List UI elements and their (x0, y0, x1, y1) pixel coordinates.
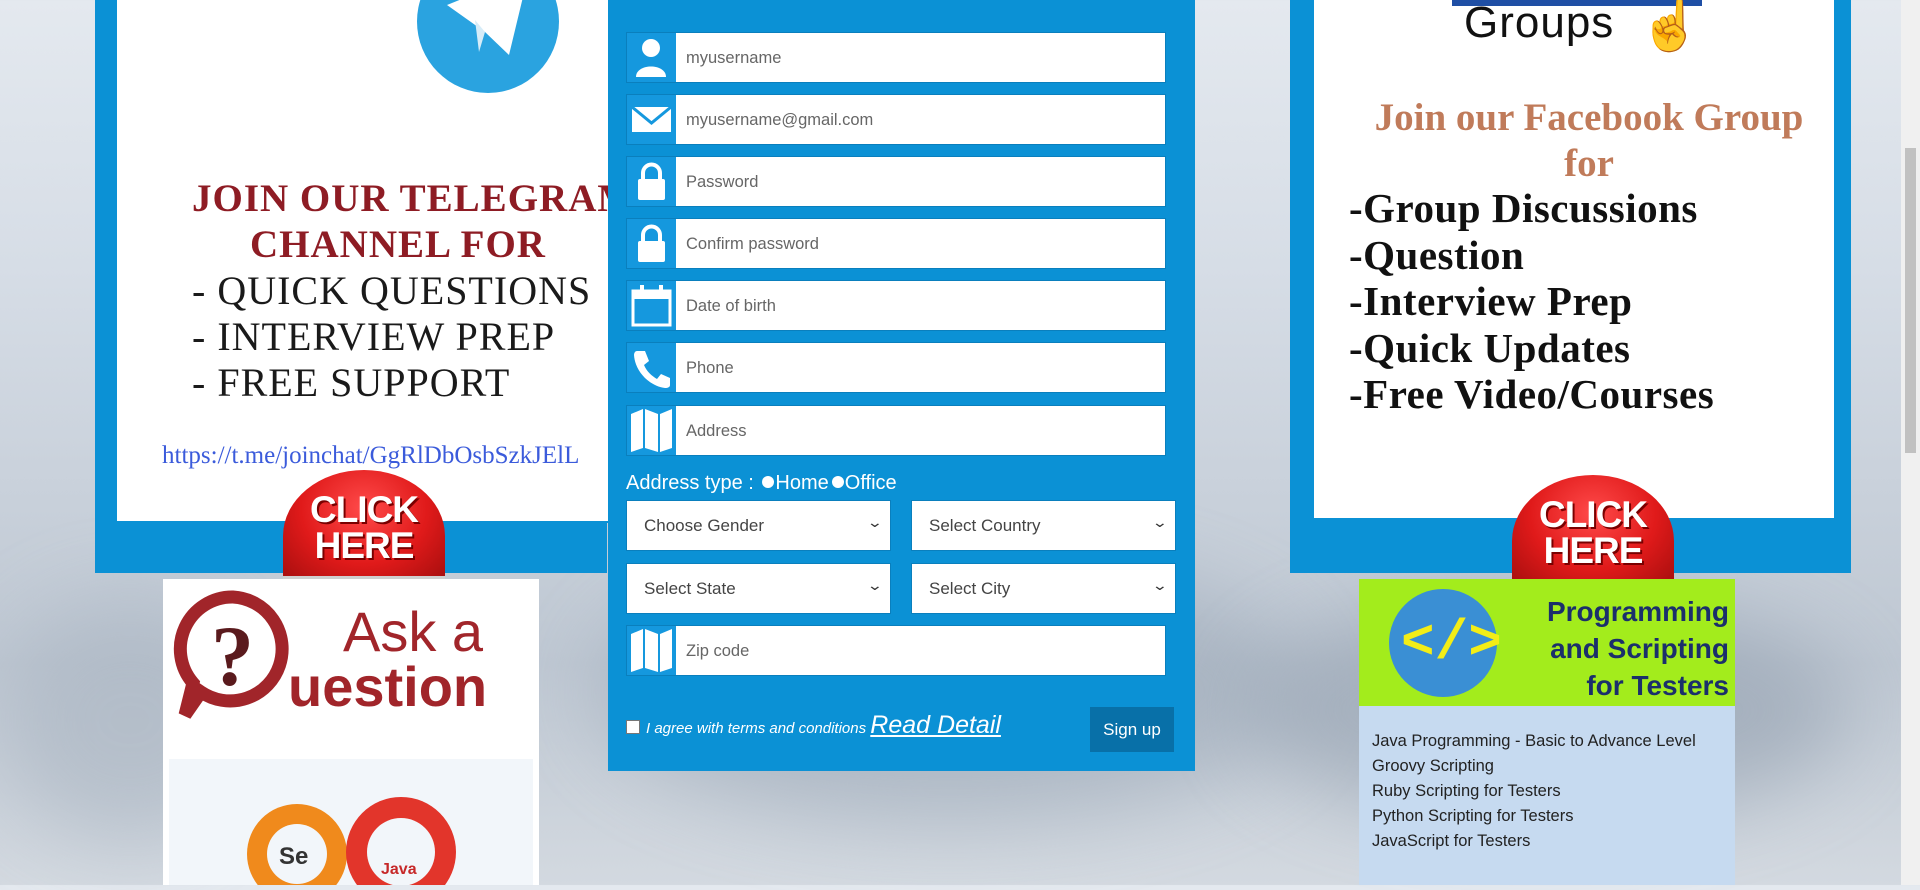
terms-text: I agree with terms and conditions (646, 720, 867, 737)
city-select-value: Select City (929, 579, 1011, 598)
telegram-list: - QUICK QUESTIONS - INTERVIEW PREP - FRE… (192, 268, 591, 406)
address-input[interactable] (684, 406, 1158, 457)
lock-icon (627, 219, 676, 268)
facebook-banner-card: Groups ☝ Join our Facebook Group for -Gr… (1312, 0, 1836, 520)
country-select[interactable]: Select Country ⌄ (911, 500, 1176, 551)
read-detail-link[interactable]: Read Detail (870, 711, 1001, 739)
lock-icon (627, 157, 676, 206)
confirm-password-input[interactable] (684, 219, 1158, 270)
home-radio-label[interactable]: Home (775, 472, 828, 494)
calendar-icon (627, 281, 676, 330)
zip-input[interactable] (684, 626, 1158, 677)
ask-title-line2: uestion (288, 655, 488, 718)
list-item: -Group Discussions (1349, 185, 1698, 231)
terms-agreement: I agree with terms and conditions Read D… (626, 711, 1001, 740)
list-item: -Quick Updates (1349, 324, 1631, 371)
selenium-label: Se (279, 843, 308, 870)
chevron-down-icon: ⌄ (866, 577, 884, 593)
country-select-value: Select Country (929, 516, 1041, 535)
list-item: -Interview Prep (1349, 278, 1633, 324)
chevron-down-icon: ⌄ (866, 514, 884, 530)
user-icon (627, 33, 676, 82)
map-icon (627, 626, 676, 675)
telegram-link[interactable]: https://t.me/joinchat/GgRlDbOsbSzkJElL (162, 442, 579, 470)
list-item[interactable]: Groovy Scripting (1372, 754, 1696, 779)
programming-header: </> Programming and Scripting for Tester… (1359, 579, 1735, 706)
scrollbar-thumb[interactable] (1905, 148, 1916, 453)
telegram-plane-icon (447, 0, 523, 55)
facebook-list: -Group Discussions -Question -Interview … (1349, 185, 1714, 418)
programming-title-line2: and Scripting (1550, 633, 1729, 664)
list-item: -Free Video/Courses (1349, 371, 1715, 417)
office-radio[interactable] (831, 476, 844, 488)
programming-banner[interactable]: </> Programming and Scripting for Tester… (1359, 579, 1735, 885)
list-item[interactable]: Ruby Scripting for Testers (1372, 779, 1696, 804)
password-input[interactable] (684, 157, 1158, 208)
gears-icon: Se Java (247, 797, 456, 890)
zip-field (626, 625, 1166, 677)
state-select[interactable]: Select State ⌄ (626, 563, 891, 614)
list-item: - INTERVIEW PREP (192, 314, 556, 359)
question-bubble-icon: ? (173, 590, 289, 719)
address-field (626, 405, 1166, 457)
click-here-line1: CLICK (1538, 494, 1648, 535)
telegram-banner[interactable]: JOIN OUR TELEGRAM CHANNEL FOR - QUICK QU… (95, 0, 634, 580)
list-item: - QUICK QUESTIONS (192, 268, 592, 313)
registration-form: Address type : Home Office Choose Gender … (608, 0, 1195, 771)
svg-text:?: ? (211, 608, 254, 704)
facebook-click-here-button[interactable]: CLICK HERE (1512, 475, 1674, 585)
email-input[interactable] (684, 95, 1158, 146)
list-item: - FREE SUPPORT (192, 360, 511, 405)
list-item[interactable]: JavaScript for Testers (1372, 829, 1696, 854)
facebook-join-text: Join our Facebook Group for (1349, 95, 1829, 187)
office-radio-label[interactable]: Office (845, 472, 897, 494)
facebook-join-line2: for (1564, 142, 1614, 185)
chevron-down-icon: ⌄ (1151, 514, 1169, 530)
programming-list: Java Programming - Basic to Advance Leve… (1372, 729, 1696, 854)
confirm-password-field (626, 218, 1166, 270)
phone-field (626, 342, 1166, 394)
programming-title: Programming and Scripting for Testers (1504, 593, 1729, 704)
java-label: Java (381, 861, 417, 878)
list-item[interactable]: Python Scripting for Testers (1372, 804, 1696, 829)
state-select-value: Select State (644, 579, 736, 598)
dob-input[interactable] (684, 281, 1158, 332)
pointer-hand-icon: ☝ (1639, 0, 1702, 53)
gender-select-value: Choose Gender (644, 516, 765, 535)
address-type-group: Address type : Home Office (626, 472, 897, 495)
programming-title-line1: Programming (1546, 596, 1729, 627)
envelope-icon (627, 95, 676, 144)
facebook-join-line1: Join our Facebook Group (1374, 96, 1804, 139)
map-icon (627, 406, 676, 455)
terms-checkbox[interactable] (626, 720, 640, 734)
list-item: -Question (1349, 231, 1525, 278)
email-field (626, 94, 1166, 146)
chevron-down-icon: ⌄ (1151, 577, 1169, 593)
click-here-line2: HERE (1543, 530, 1644, 571)
city-select[interactable]: Select City ⌄ (911, 563, 1176, 614)
dob-field (626, 280, 1166, 332)
phone-icon (627, 343, 676, 392)
telegram-click-here-button[interactable]: CLICK HERE (283, 470, 445, 580)
address-type-label: Address type : (626, 472, 754, 494)
signup-button[interactable]: Sign up (1090, 707, 1174, 752)
click-here-line2: HERE (314, 525, 415, 566)
programming-title-line3: for Testers (1586, 670, 1729, 701)
facebook-banner[interactable]: Groups ☝ Join our Facebook Group for -Gr… (1290, 0, 1851, 585)
password-field (626, 156, 1166, 208)
code-icon: </> (1401, 611, 1502, 675)
telegram-logo-icon (417, 0, 559, 93)
username-input[interactable] (684, 33, 1158, 84)
facebook-groups-label: Groups (1464, 0, 1615, 47)
click-here-line1: CLICK (309, 489, 419, 530)
list-item[interactable]: Java Programming - Basic to Advance Leve… (1372, 729, 1696, 754)
home-radio[interactable] (762, 476, 775, 488)
selenium-java-image: Se Java (169, 759, 533, 890)
phone-input[interactable] (684, 343, 1158, 394)
telegram-banner-card: JOIN OUR TELEGRAM CHANNEL FOR - QUICK QU… (115, 0, 634, 523)
username-field (626, 32, 1166, 84)
gender-select[interactable]: Choose Gender ⌄ (626, 500, 891, 551)
ask-question-banner[interactable]: ? Ask a uestion Se Java (163, 579, 539, 890)
